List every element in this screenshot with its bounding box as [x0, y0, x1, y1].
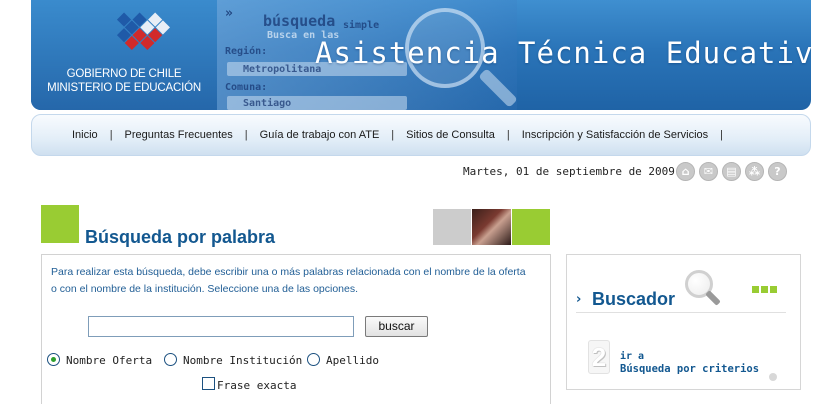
chevron-right-icon: ›	[576, 292, 582, 307]
radio-apellido-label: Apellido	[326, 354, 379, 367]
nav-item-preguntas-frecuentes[interactable]: Preguntas Frecuentes	[125, 129, 233, 141]
site-title: Asistencia Técnica Educativa	[315, 36, 811, 70]
page: GOBIERNO DE CHILE MINISTERIO DE EDUCACIÓ…	[0, 0, 837, 404]
link-prefix: ir a	[620, 351, 645, 362]
sitemap-icon[interactable]: ⁂	[745, 162, 764, 181]
banner-shot-region-value: Metropolitana	[243, 64, 322, 75]
radio-nombre-oferta-label: Nombre Oferta	[66, 354, 153, 367]
radio-nombre-institucion[interactable]	[164, 353, 177, 366]
radio-nombre-oferta[interactable]	[47, 353, 60, 366]
search-input[interactable]	[88, 316, 354, 337]
nav-separator: |	[391, 129, 395, 141]
search-instructions: Para realizar esta búsqueda, debe escrib…	[51, 266, 526, 295]
main-nav: Inicio | Preguntas Frecuentes | Guía de …	[31, 114, 811, 156]
nav-separator: |	[506, 129, 510, 141]
help-icon[interactable]: ?	[768, 162, 787, 181]
government-logo-area: GOBIERNO DE CHILE MINISTERIO DE EDUCACIÓ…	[31, 0, 217, 110]
section-accent	[41, 205, 79, 243]
more-dots-icon	[752, 286, 777, 293]
double-chevron-icon: »	[225, 6, 233, 21]
divider	[576, 312, 786, 313]
nav-list: Inicio | Preguntas Frecuentes | Guía de …	[72, 129, 735, 141]
banner-shot-search: búsqueda	[263, 12, 336, 30]
current-date: Martes, 01 de septiembre de 2009	[463, 165, 675, 178]
banner-shot-simple: simple	[343, 20, 380, 31]
exact-phrase-label: Frase exacta	[217, 379, 297, 392]
busqueda-por-criterios-link[interactable]: Búsqueda por criterios	[620, 363, 759, 375]
search-section-title: Búsqueda por palabra	[85, 227, 276, 247]
buscador-title: Buscador	[592, 289, 676, 309]
decorative-block	[433, 209, 471, 245]
radio-apellido[interactable]	[307, 353, 320, 366]
nav-separator: |	[109, 129, 113, 141]
banner-shot-comuna-label: Comuna:	[225, 82, 268, 93]
nav-item-inicio[interactable]: Inicio	[72, 129, 98, 141]
banner-shot-comuna-value: Santiago	[243, 98, 292, 109]
nav-item-inscripcion[interactable]: Inscripción y Satisfacción de Servicios	[522, 129, 708, 141]
header-banner: GOBIERNO DE CHILE MINISTERIO DE EDUCACIÓ…	[31, 0, 811, 110]
print-icon[interactable]: ▤	[722, 162, 741, 181]
government-logo-icon	[116, 12, 170, 51]
decorative-photo	[472, 209, 511, 245]
mail-icon[interactable]: ✉	[699, 162, 718, 181]
nav-separator: |	[720, 129, 724, 141]
step-number-badge: 2	[588, 340, 610, 374]
radio-nombre-institucion-label: Nombre Institución	[183, 354, 303, 367]
nav-separator: |	[244, 129, 248, 141]
search-button[interactable]: buscar	[365, 316, 428, 337]
home-icon[interactable]: ⌂	[676, 162, 695, 181]
decorative-block	[512, 209, 550, 245]
ministry-name: MINISTERIO DE EDUCACIÓN	[47, 82, 201, 94]
bullet-dot-icon	[769, 373, 777, 381]
nav-item-sitios-de-consulta[interactable]: Sitios de Consulta	[406, 129, 495, 141]
banner-shot-region-label: Región:	[225, 46, 268, 57]
nav-item-guia-de-trabajo[interactable]: Guía de trabajo con ATE	[260, 129, 380, 141]
government-name: GOBIERNO DE CHILE	[66, 68, 182, 80]
exact-phrase-checkbox[interactable]	[202, 377, 215, 390]
